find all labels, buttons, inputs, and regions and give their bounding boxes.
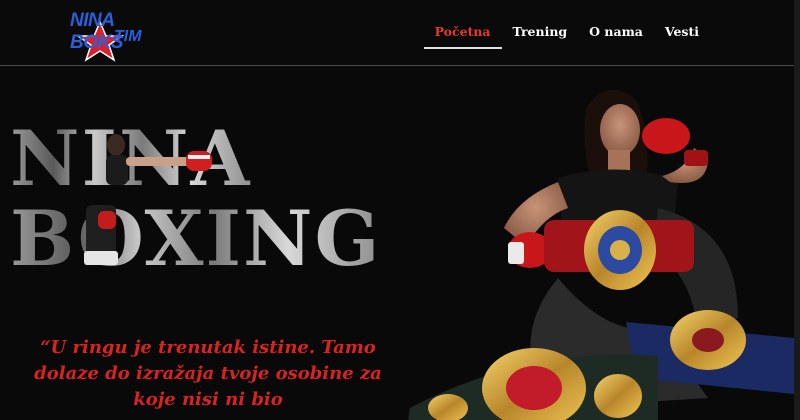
logo-line2: TIM: [114, 28, 142, 45]
nav-item-o-nama[interactable]: O nama: [578, 24, 654, 47]
site-logo[interactable]: NINA BOKS TIM: [66, 6, 170, 62]
site-header: NINA BOKS TIM Početna Trening O nama Ves…: [0, 0, 800, 66]
boxer-champion-photo: [408, 89, 794, 420]
nav-item-trening[interactable]: Trening: [502, 24, 579, 47]
main-nav: Početna Trening O nama Vesti: [423, 24, 710, 49]
boxer-inset-image-bottom: [84, 205, 118, 265]
nav-item-vesti[interactable]: Vesti: [654, 24, 710, 47]
page-scrollbar[interactable]: [794, 0, 800, 420]
boxer-inset-image-top: [106, 134, 212, 185]
nav-item-pocetna[interactable]: Početna: [423, 24, 502, 49]
hero-quote: “U ringu je trenutak istine. Tamo dolaze…: [34, 337, 382, 410]
hero-title-line2: BOXING: [10, 194, 382, 283]
